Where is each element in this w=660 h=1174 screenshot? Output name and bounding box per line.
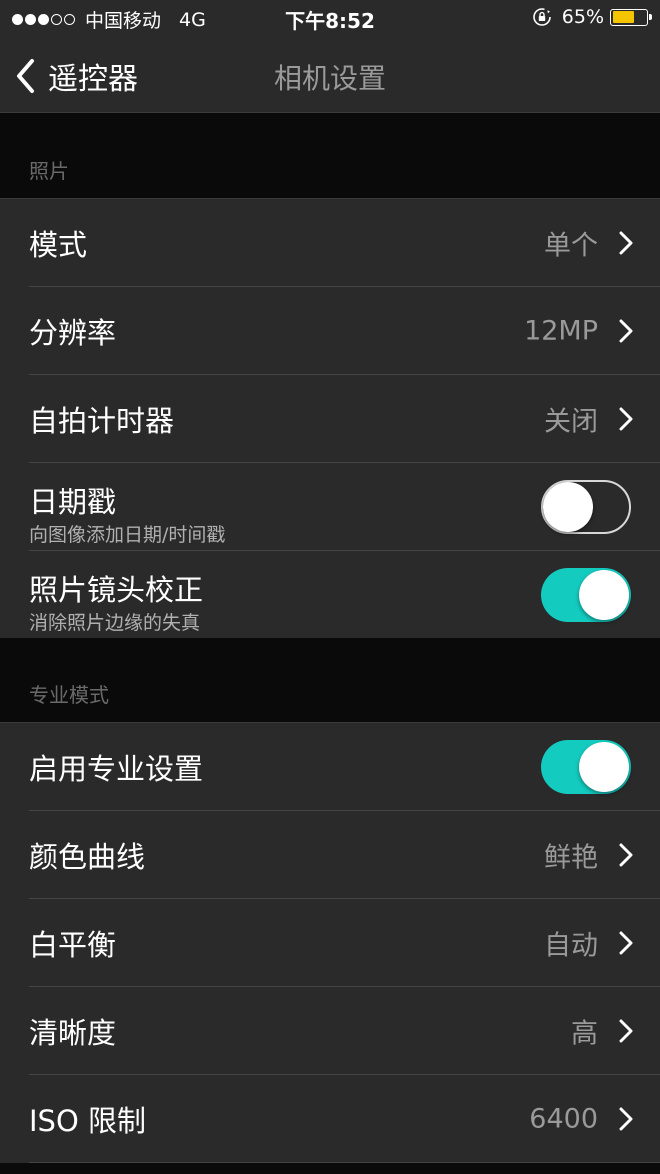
date-stamp-toggle[interactable]: [541, 480, 631, 534]
status-right: 65%: [532, 6, 652, 28]
lens-correction-toggle[interactable]: [541, 568, 631, 622]
setting-value: 高: [571, 1018, 598, 1050]
chevron-right-icon: [619, 843, 633, 867]
navigation-bar: 遥控器 相机设置: [0, 36, 660, 113]
setting-label: 启用专业设置: [29, 752, 204, 786]
setting-row-resolution[interactable]: 分辨率 12MP: [0, 287, 660, 375]
rotation-lock-icon: [532, 8, 551, 26]
setting-row-iso-limit[interactable]: ISO 限制 6400: [0, 1075, 660, 1163]
setting-label: 颜色曲线: [29, 840, 146, 874]
setting-description: 向图像添加日期/时间戳: [29, 524, 226, 546]
setting-label: 清晰度: [29, 1016, 117, 1050]
enable-pro-toggle[interactable]: [541, 740, 631, 794]
battery-percent: 65%: [561, 6, 604, 28]
section-header-pro: 专业模式: [0, 638, 660, 722]
setting-value: 12MP: [524, 315, 598, 347]
toggle-knob: [579, 742, 629, 792]
setting-value: 鲜艳: [544, 842, 598, 874]
setting-row-lens-correction: 照片镜头校正 消除照片边缘的失真: [0, 551, 660, 639]
setting-row-enable-pro: 启用专业设置: [0, 723, 660, 811]
chevron-right-icon: [619, 231, 633, 255]
pro-settings-group: 启用专业设置 颜色曲线 鲜艳 白平衡 自动 清晰度 高 ISO 限制 6400: [0, 722, 660, 1163]
status-bar: 中国移动 4G 下午8:52 65%: [0, 0, 660, 36]
setting-label: ISO 限制: [29, 1104, 147, 1138]
setting-value: 6400: [529, 1103, 598, 1135]
setting-row-color-curve[interactable]: 颜色曲线 鲜艳: [0, 811, 660, 899]
battery-fill: [612, 11, 634, 23]
toggle-knob: [579, 570, 629, 620]
setting-row-white-balance[interactable]: 白平衡 自动: [0, 899, 660, 987]
photo-settings-group: 模式 单个 分辨率 12MP 自拍计时器 关闭 日期戳 向图像添加日期/时间戳 …: [0, 198, 660, 639]
section-title-photo: 照片: [29, 159, 69, 183]
setting-description: 消除照片边缘的失真: [29, 612, 201, 634]
chevron-right-icon: [619, 1019, 633, 1043]
setting-label: 分辨率: [29, 316, 117, 350]
setting-row-self-timer[interactable]: 自拍计时器 关闭: [0, 375, 660, 463]
setting-label: 照片镜头校正: [29, 573, 204, 607]
chevron-right-icon: [619, 319, 633, 343]
chevron-right-icon: [619, 407, 633, 431]
chevron-right-icon: [619, 1107, 633, 1131]
setting-value: 关闭: [544, 406, 598, 438]
setting-label: 日期戳: [29, 485, 117, 519]
setting-label: 白平衡: [29, 928, 117, 962]
setting-row-date-stamp: 日期戳 向图像添加日期/时间戳: [0, 463, 660, 551]
section-header-photo: 照片: [0, 113, 660, 198]
setting-value: 自动: [544, 930, 598, 962]
setting-row-mode[interactable]: 模式 单个: [0, 199, 660, 287]
chevron-right-icon: [619, 931, 633, 955]
setting-row-sharpness[interactable]: 清晰度 高: [0, 987, 660, 1075]
setting-value: 单个: [544, 230, 598, 262]
setting-label: 自拍计时器: [29, 404, 175, 438]
camera-settings-screen: 中国移动 4G 下午8:52 65% 遥控器 相机设置 照片 模式 单个 分辨率…: [0, 0, 660, 1174]
battery-icon: [610, 8, 652, 26]
page-title: 相机设置: [273, 62, 386, 95]
section-title-pro: 专业模式: [29, 683, 109, 707]
toggle-knob: [543, 482, 593, 532]
setting-label: 模式: [29, 228, 88, 262]
